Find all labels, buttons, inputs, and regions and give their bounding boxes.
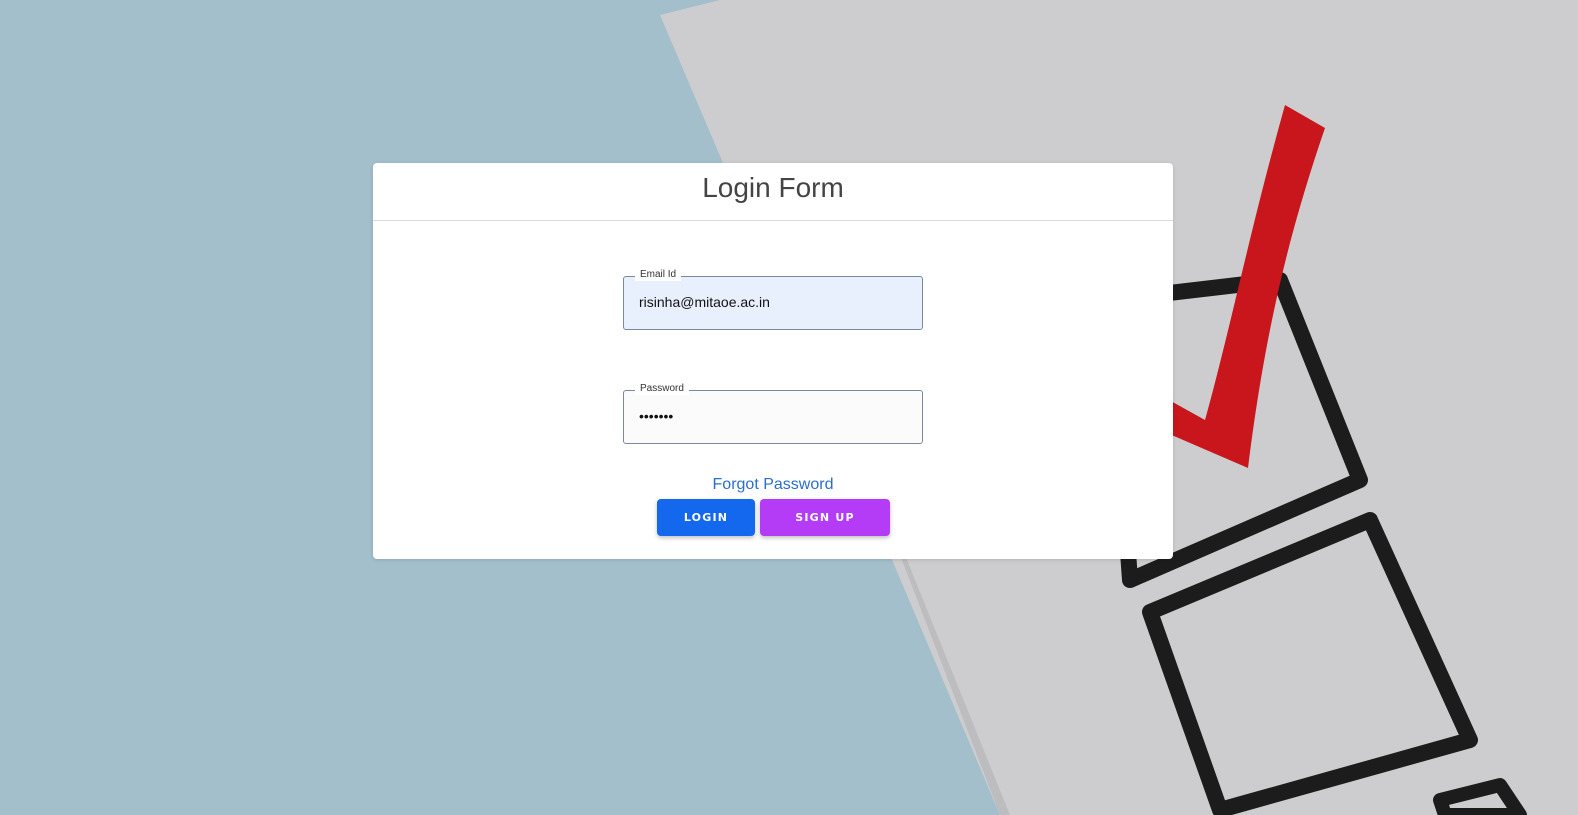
password-input[interactable]: •••••••: [639, 407, 909, 425]
email-input[interactable]: risinha@mitaoe.ac.in: [639, 293, 909, 311]
login-form-title: Login Form: [702, 172, 844, 203]
password-field[interactable]: Password •••••••: [623, 383, 923, 444]
login-form-card: Login Form Email Id risinha@mitaoe.ac.in…: [373, 163, 1173, 559]
email-field[interactable]: Email Id risinha@mitaoe.ac.in: [623, 269, 923, 330]
login-page: Login Form Email Id risinha@mitaoe.ac.in…: [0, 0, 1578, 815]
login-form-header: Login Form: [373, 163, 1173, 221]
login-button[interactable]: LOGIN: [657, 499, 755, 536]
forgot-password-link[interactable]: Forgot Password: [373, 476, 1173, 494]
password-field-label: Password: [635, 383, 689, 395]
signup-button[interactable]: SIGN UP: [760, 499, 890, 536]
email-field-label: Email Id: [635, 269, 682, 281]
